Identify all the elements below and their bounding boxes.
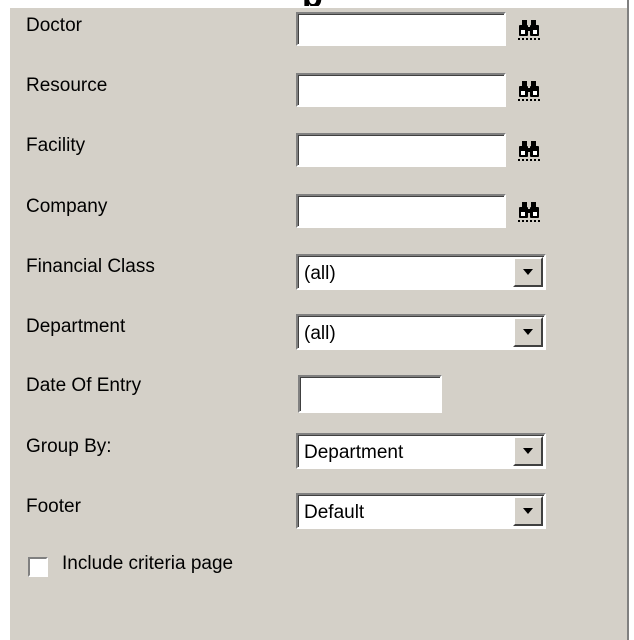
resource-lookup-button[interactable] (514, 73, 544, 103)
window-right-edge (629, 0, 634, 640)
resource-input[interactable] (296, 73, 506, 107)
facility-label: Facility (26, 135, 86, 156)
company-label: Company (26, 196, 108, 217)
chevron-down-icon (523, 508, 533, 514)
date-of-entry-label: Date Of Entry (26, 375, 142, 396)
financial-class-select[interactable]: (all) (296, 254, 546, 290)
chevron-down-icon (523, 269, 533, 275)
footer-dropdown-button[interactable] (513, 496, 543, 526)
financial-class-dropdown-button[interactable] (513, 257, 543, 287)
window-left-edge (0, 0, 10, 640)
department-select[interactable]: (all) (296, 314, 546, 350)
group-by-dropdown-button[interactable] (513, 436, 543, 466)
title-fragment: p (302, 0, 326, 6)
date-of-entry-input[interactable] (298, 375, 442, 413)
doctor-lookup-button[interactable] (514, 12, 544, 42)
group-by-select[interactable]: Department (296, 433, 546, 469)
group-by-value: Department (304, 442, 404, 463)
doctor-label: Doctor (26, 15, 82, 36)
binoculars-icon (518, 202, 540, 222)
facility-input[interactable] (296, 133, 506, 167)
department-value: (all) (304, 323, 336, 344)
binoculars-icon (518, 141, 540, 161)
doctor-input[interactable] (296, 12, 506, 46)
group-by-label: Group By: (26, 436, 112, 457)
chevron-down-icon (523, 448, 533, 454)
binoculars-icon (518, 81, 540, 101)
resource-label: Resource (26, 75, 108, 96)
footer-select[interactable]: Default (296, 493, 546, 529)
department-label: Department (26, 316, 126, 337)
department-dropdown-button[interactable] (513, 317, 543, 347)
company-input[interactable] (296, 194, 506, 228)
chevron-down-icon (523, 329, 533, 335)
facility-lookup-button[interactable] (514, 133, 544, 163)
include-criteria-checkbox[interactable] (28, 557, 48, 577)
binoculars-icon (518, 20, 540, 40)
financial-class-value: (all) (304, 263, 336, 284)
include-criteria-label[interactable]: Include criteria page (62, 553, 233, 575)
footer-label: Footer (26, 496, 81, 517)
footer-value: Default (304, 502, 365, 523)
financial-class-label: Financial Class (26, 256, 155, 277)
company-lookup-button[interactable] (514, 194, 544, 224)
